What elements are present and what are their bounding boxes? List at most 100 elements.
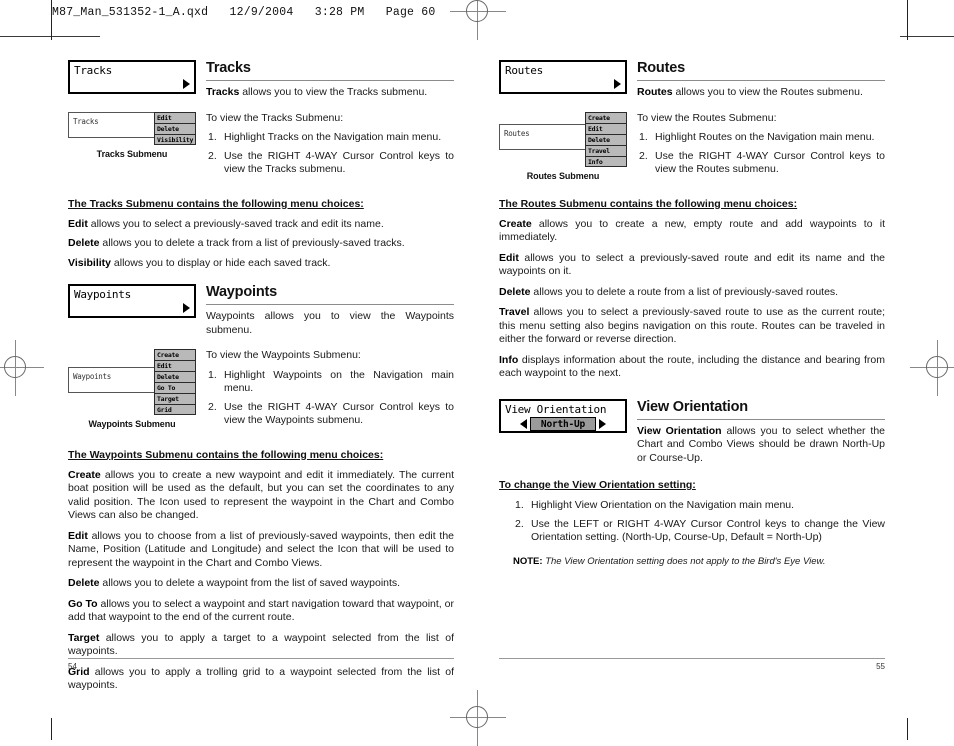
submenu-routes: Create Edit Delete Travel Info [585, 111, 627, 167]
routes-choice-info: Info displays information about the rout… [499, 354, 885, 381]
tracks-steps-list: Highlight Tracks on the Navigation main … [206, 131, 454, 177]
submenu-item-create[interactable]: Create [154, 349, 196, 360]
section-waypoints-lede: Waypoints allows you to view the Waypoin… [206, 310, 454, 336]
page-title-waypoints: Waypoints [206, 284, 277, 300]
lede-term: View Orientation [637, 424, 722, 437]
list-item: Highlight Tracks on the Navigation main … [208, 131, 442, 144]
section-view-orientation-header: View Orientation North-Up View Orientati… [499, 398, 885, 466]
lcd-menu-label-routes: Routes [505, 64, 543, 77]
routes-choice-edit: Edit allows you to select a previously-s… [499, 252, 885, 279]
section-waypoints-text: Waypoints Waypoints allows you to view t… [196, 284, 454, 337]
list-item: Highlight Waypoints on the Navigation ma… [208, 368, 454, 395]
submenu-item-create[interactable]: Create [585, 111, 627, 123]
lcd-art-routes: Routes [499, 60, 627, 94]
view-orientation-steps-list: Highlight View Orientation on the Naviga… [513, 499, 885, 545]
submenu-item-edit[interactable]: Edit [154, 111, 196, 123]
tracks-menu-holder: Tracks Edit Delete Visibility [68, 111, 196, 145]
waypoints-choices-heading: The Waypoints Submenu contains the follo… [68, 448, 384, 461]
lcd-menu-label-tracks: Tracks [74, 64, 112, 77]
submenu-item-edit[interactable]: Edit [154, 360, 196, 371]
choice-term: Target [68, 631, 100, 644]
trim-edge-right-bottom [907, 718, 908, 740]
choice-term: Edit [68, 529, 88, 542]
choice-desc: allows you to select a previously-saved … [499, 306, 885, 345]
page-title-routes: Routes [637, 60, 685, 76]
lcd-menu-box-view-orientation: View Orientation North-Up [499, 398, 627, 433]
page-column-right: Routes Routes Routes allows you to view … [499, 60, 885, 568]
footer-rule [68, 658, 454, 659]
choice-desc: allows you to choose from a list of prev… [68, 529, 454, 569]
submenu-item-edit[interactable]: Edit [585, 122, 627, 134]
menu-base-tracks: Tracks [68, 111, 156, 138]
arrow-right-icon[interactable] [599, 418, 607, 429]
registration-mark-right [910, 340, 954, 396]
choice-desc: allows you to create a new, empty route … [499, 217, 885, 244]
tracks-choices-heading: The Tracks Submenu contains the followin… [68, 197, 364, 210]
waypoints-steps-intro: To view the Waypoints Submenu: [206, 349, 361, 361]
list-item: Highlight View Orientation on the Naviga… [515, 499, 795, 512]
trim-rule-top-left [0, 36, 100, 37]
waypoints-choice-edit: Edit allows you to choose from a list of… [68, 530, 454, 571]
section-waypoints-header: Waypoints Waypoints Waypoints allows you… [68, 284, 454, 337]
page-title-tracks: Tracks [206, 60, 251, 76]
choice-desc: allows you to delete a waypoint from the… [99, 577, 401, 589]
section-routes-text: Routes Routes allows you to view the Rou… [627, 60, 885, 100]
lcd-menu-box-routes: Routes [499, 60, 627, 94]
art-caption-waypoints: Waypoints Submenu [88, 419, 176, 429]
page-title-view-orientation: View Orientation [637, 398, 748, 415]
lcd-art-waypoints: Waypoints [68, 284, 196, 318]
submenu-item-target[interactable]: Target [154, 393, 196, 404]
submenu-item-travel[interactable]: Travel [585, 144, 627, 156]
page-column-left: Tracks Tracks Tracks allows you to view … [68, 60, 454, 700]
menu-base-routes: Routes [499, 123, 587, 150]
list-item: Use the RIGHT 4-WAY Cursor Control keys … [208, 400, 454, 427]
choice-term: Travel [499, 306, 530, 318]
routes-steps-text: To view the Routes Submenu: Highlight Ro… [627, 112, 885, 182]
tracks-steps-text: To view the Tracks Submenu: Highlight Tr… [196, 112, 454, 182]
footer-right: 55 [499, 658, 885, 671]
submenu-item-grid[interactable]: Grid [154, 404, 196, 415]
note-text: The View Orientation setting does not ap… [545, 555, 826, 567]
routes-steps-list: Highlight Routes on the Navigation main … [637, 131, 885, 177]
arrow-right-icon [183, 303, 190, 313]
section-tracks-lede: Tracks allows you to view the Tracks sub… [206, 86, 454, 100]
submenu-item-delete[interactable]: Delete [154, 371, 196, 382]
choice-desc: allows you to select a previously-saved … [87, 217, 384, 230]
submenu-tracks: Edit Delete Visibility [154, 111, 196, 145]
lcd-value-selector[interactable]: North-Up [505, 416, 621, 431]
lcd-art-view-orientation: View Orientation North-Up [499, 398, 627, 433]
routes-menu-holder: Routes Create Edit Delete Travel Info [499, 111, 627, 167]
submenu-item-delete[interactable]: Delete [585, 133, 627, 145]
waypoints-steps-list: Highlight Waypoints on the Navigation ma… [206, 369, 454, 428]
lcd-art-tracks: Tracks [68, 60, 196, 94]
choice-desc: displays information about the route, in… [499, 353, 885, 380]
tracks-choice-delete: Delete allows you to delete a track from… [68, 237, 454, 251]
choice-desc: allows you to create a new waypoint and … [68, 468, 454, 522]
section-view-orientation-lede: View Orientation allows you to select wh… [637, 425, 885, 466]
lede-term: Routes [637, 86, 673, 98]
submenu-item-delete[interactable]: Delete [154, 122, 196, 134]
section-tracks-header: Tracks Tracks Tracks allows you to view … [68, 60, 454, 100]
submenu-item-go-to[interactable]: Go To [154, 382, 196, 393]
list-item: Use the LEFT or RIGHT 4-WAY Cursor Contr… [515, 517, 885, 544]
lcd-selected-value[interactable]: North-Up [529, 416, 597, 431]
tracks-steps-intro: To view the Tracks Submenu: [206, 111, 344, 124]
arrow-right-icon [183, 79, 190, 89]
note-label: NOTE: [513, 555, 543, 567]
submenu-item-visibility[interactable]: Visibility [154, 133, 196, 145]
list-item: Use the RIGHT 4-WAY Cursor Control keys … [208, 149, 454, 176]
choice-term: Edit [68, 217, 88, 230]
choice-term: Delete [68, 237, 100, 249]
submenu-item-info[interactable]: Info [585, 155, 627, 167]
footer-rule [499, 658, 885, 659]
choice-desc: allows you to select a previously-saved … [499, 251, 885, 278]
waypoints-submenu-art: Waypoints Create Edit Delete Go To Targe… [68, 349, 196, 429]
choice-term: Edit [499, 251, 519, 264]
arrow-left-icon[interactable] [519, 418, 527, 429]
tracks-choice-edit: Edit allows you to select a previously-s… [68, 218, 454, 232]
lcd-menu-label-view-orientation: View Orientation [505, 402, 607, 416]
lede-term: Tracks [206, 86, 240, 98]
registration-mark-bottom [450, 690, 506, 746]
routes-choice-travel: Travel allows you to select a previously… [499, 306, 885, 347]
waypoints-choice-create: Create allows you to create a new waypoi… [68, 469, 454, 523]
